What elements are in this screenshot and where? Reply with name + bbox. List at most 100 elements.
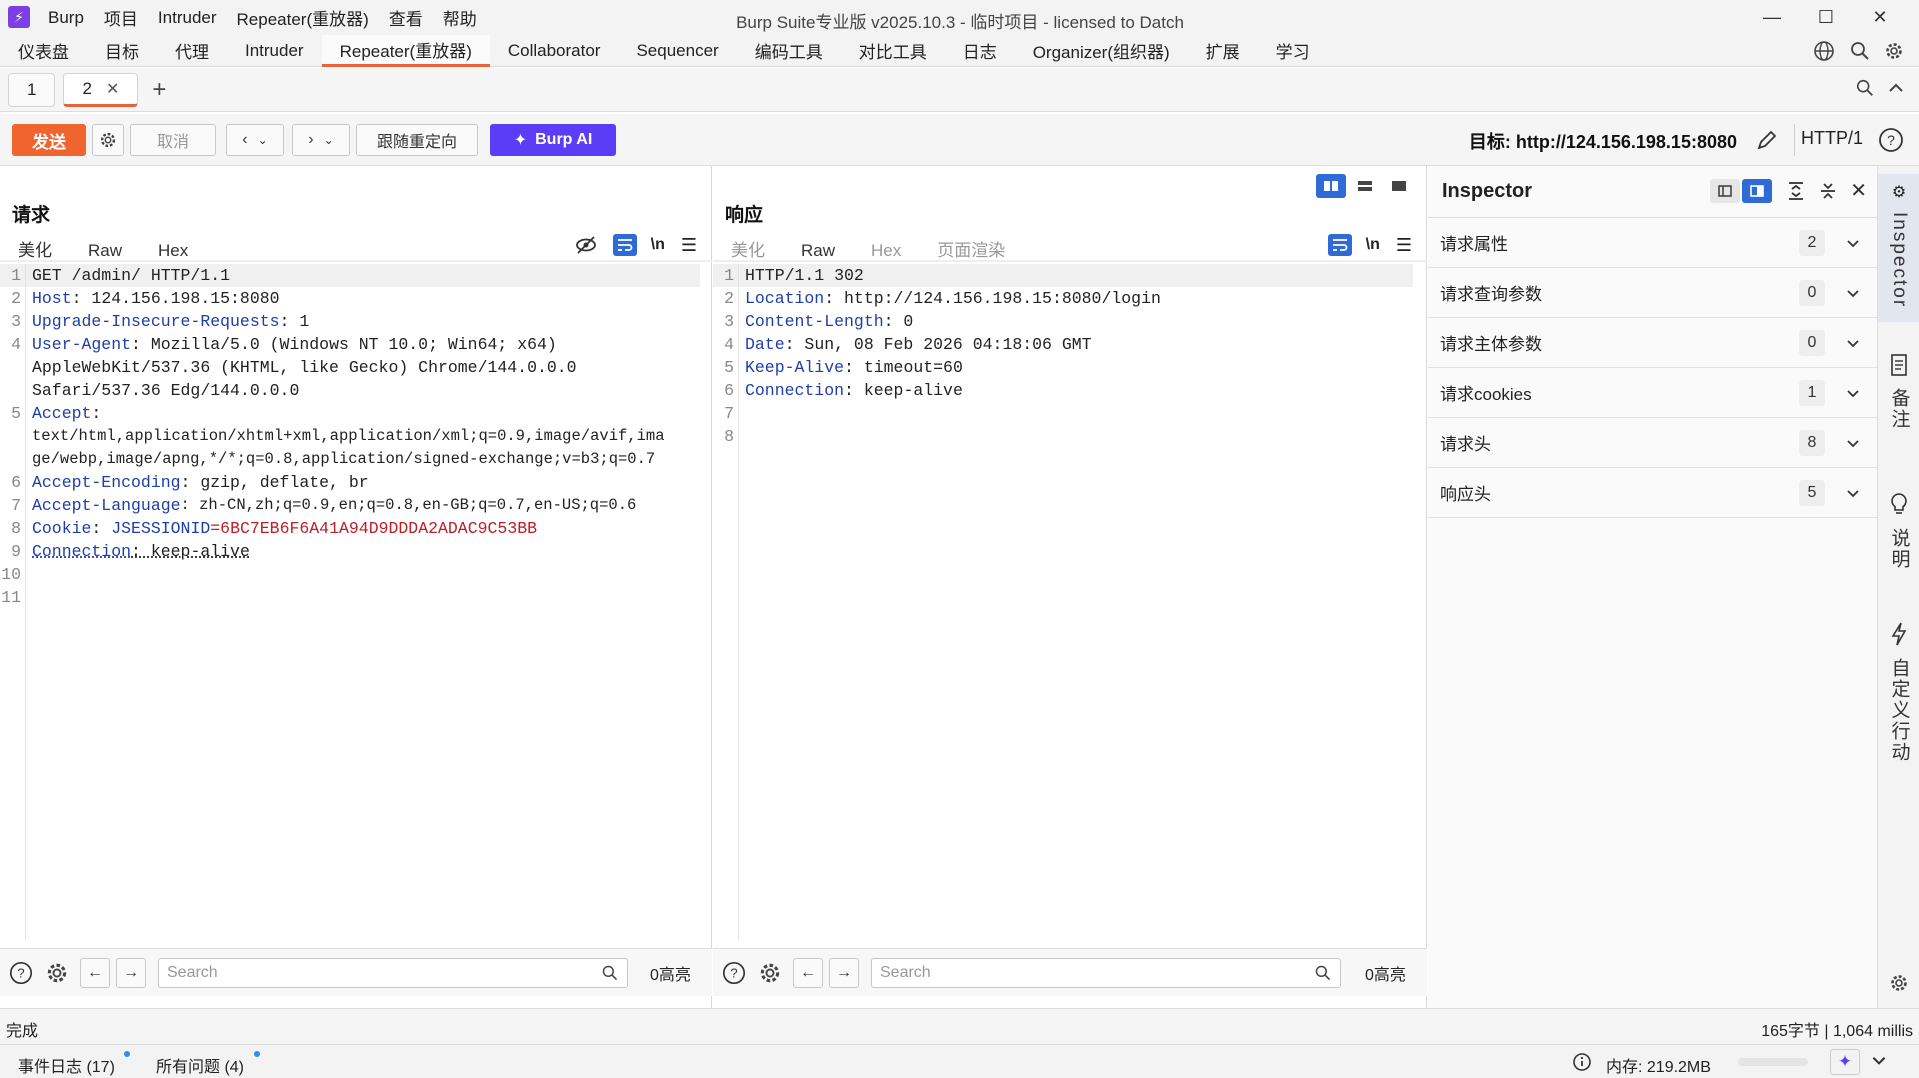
tab-sequencer[interactable]: Sequencer bbox=[618, 35, 736, 67]
close-window-button[interactable]: ✕ bbox=[1853, 0, 1907, 35]
send-button[interactable]: 发送 bbox=[12, 124, 86, 156]
chevron-right-icon[interactable]: › bbox=[308, 131, 313, 149]
repeater-tab-2[interactable]: 2 ✕ bbox=[63, 73, 138, 107]
layout-panel-icon[interactable] bbox=[1742, 179, 1772, 203]
search-next-button[interactable]: → bbox=[116, 958, 146, 988]
menu-intruder[interactable]: Intruder bbox=[158, 8, 217, 28]
minimize-button[interactable]: — bbox=[1745, 0, 1799, 35]
cancel-button[interactable]: 取消 bbox=[130, 124, 216, 156]
search-prev-button[interactable]: ← bbox=[793, 958, 823, 988]
burp-logo-icon: ⚡ bbox=[8, 6, 30, 28]
inspector-row-query-params[interactable]: 请求查询参数 0 bbox=[1428, 268, 1877, 318]
repeater-tab-1[interactable]: 1 bbox=[8, 73, 55, 107]
tab-extensions[interactable]: 扩展 bbox=[1188, 35, 1258, 67]
count-badge: 2 bbox=[1799, 230, 1825, 256]
gear-icon[interactable] bbox=[1888, 972, 1910, 994]
chevron-down-icon[interactable]: ⌄ bbox=[324, 133, 334, 147]
layout-list-icon[interactable] bbox=[1710, 179, 1740, 203]
search-icon[interactable] bbox=[1855, 78, 1875, 98]
inspector-row-request-headers[interactable]: 请求头 8 bbox=[1428, 418, 1877, 468]
close-tab-icon[interactable]: ✕ bbox=[106, 79, 119, 99]
help-icon[interactable]: ? bbox=[8, 960, 34, 986]
tab-logger[interactable]: 日志 bbox=[945, 35, 1015, 67]
send-settings-button[interactable] bbox=[92, 124, 124, 156]
newline-toggle-icon[interactable]: \n bbox=[651, 236, 665, 254]
ai-sparkle-icon[interactable]: ✦ bbox=[1830, 1049, 1860, 1075]
tab-learn[interactable]: 学习 bbox=[1258, 35, 1328, 67]
inspector-row-request-attributes[interactable]: 请求属性 2 bbox=[1428, 218, 1877, 268]
side-tab-label: Inspector bbox=[1888, 212, 1910, 308]
collapse-all-icon[interactable] bbox=[1818, 181, 1838, 201]
layout-split-icon[interactable] bbox=[1316, 174, 1346, 198]
help-icon[interactable]: ? bbox=[1877, 126, 1905, 154]
repeater-tab-label: 2 bbox=[82, 79, 91, 99]
gear-icon[interactable] bbox=[1883, 40, 1905, 62]
tab-target[interactable]: 目标 bbox=[87, 35, 157, 67]
menu-help[interactable]: 帮助 bbox=[443, 5, 477, 30]
tab-proxy[interactable]: 代理 bbox=[157, 35, 227, 67]
tab-comparer[interactable]: 对比工具 bbox=[841, 35, 945, 67]
request-search-input[interactable]: Search bbox=[158, 958, 628, 988]
wrap-lines-icon[interactable] bbox=[1328, 234, 1352, 256]
menu-repeater[interactable]: Repeater(重放器) bbox=[237, 5, 369, 30]
add-tab-icon[interactable]: + bbox=[152, 76, 166, 104]
inspector-row-body-params[interactable]: 请求主体参数 0 bbox=[1428, 318, 1877, 368]
code-line: 3 Content-Length: 0 bbox=[713, 310, 1427, 333]
http-version-toggle[interactable]: HTTP/1 bbox=[1801, 128, 1863, 149]
tab-intruder[interactable]: Intruder bbox=[227, 35, 322, 67]
burp-ai-button[interactable]: ✦ Burp AI bbox=[490, 124, 616, 156]
help-icon[interactable]: ? bbox=[721, 960, 747, 986]
gear-icon[interactable] bbox=[44, 960, 70, 986]
response-search-input[interactable]: Search bbox=[871, 958, 1341, 988]
menu-icon[interactable]: ☰ bbox=[681, 235, 697, 256]
inspector-row-response-headers[interactable]: 响应头 5 bbox=[1428, 468, 1877, 518]
inspector-row-cookies[interactable]: 请求cookies 1 bbox=[1428, 368, 1877, 418]
edit-target-icon[interactable] bbox=[1755, 128, 1779, 152]
menu-view[interactable]: 查看 bbox=[389, 5, 423, 30]
chevron-down-icon[interactable] bbox=[1870, 1051, 1888, 1069]
side-strip: ⚙ Inspector 备注 说明 自定义行动 bbox=[1877, 166, 1919, 1008]
chevron-left-icon[interactable]: ‹ bbox=[242, 131, 247, 149]
event-log-link[interactable]: 事件日志 (17) bbox=[18, 1053, 115, 1077]
side-tab-explanation[interactable]: 说明 bbox=[1878, 492, 1919, 612]
inspector-header: Inspector ✕ bbox=[1428, 166, 1877, 218]
maximize-button[interactable]: ☐ bbox=[1799, 0, 1853, 35]
request-editor[interactable]: 1 GET /admin/ HTTP/1.1 2 Host: 124.156.198… bbox=[0, 264, 712, 940]
menu-icon[interactable]: ☰ bbox=[1396, 235, 1412, 256]
newline-toggle-icon[interactable]: \n bbox=[1366, 236, 1380, 254]
menu-project[interactable]: 项目 bbox=[104, 5, 138, 30]
tab-collaborator[interactable]: Collaborator bbox=[490, 35, 619, 67]
wrap-lines-icon[interactable] bbox=[613, 234, 637, 256]
tab-pretty[interactable]: 美化 bbox=[18, 236, 52, 267]
menu-burp[interactable]: Burp bbox=[48, 8, 84, 28]
code-line: 3 Upgrade-Insecure-Requests: 1 bbox=[0, 310, 712, 333]
search-next-button[interactable]: → bbox=[829, 958, 859, 988]
all-issues-link[interactable]: 所有问题 (4) bbox=[156, 1053, 244, 1077]
search-icon bbox=[601, 964, 619, 982]
layout-stack-icon[interactable] bbox=[1350, 174, 1380, 198]
expand-all-icon[interactable] bbox=[1786, 181, 1806, 201]
tab-decoder[interactable]: 编码工具 bbox=[737, 35, 841, 67]
layout-tabs-icon[interactable] bbox=[1384, 174, 1414, 198]
close-inspector-icon[interactable]: ✕ bbox=[1850, 178, 1867, 203]
code-line: 4 Date: Sun, 08 Feb 2026 04:18:06 GMT bbox=[713, 333, 1427, 356]
side-tab-custom-actions[interactable]: 自定义行动 bbox=[1878, 622, 1919, 802]
response-editor[interactable]: 1 HTTP/1.1 302 2 Location: http://124.156.… bbox=[713, 264, 1427, 940]
gear-icon[interactable] bbox=[757, 960, 783, 986]
hide-eye-icon[interactable] bbox=[575, 235, 597, 255]
tab-dashboard[interactable]: 仪表盘 bbox=[0, 35, 87, 67]
tab-repeater[interactable]: Repeater(重放器) bbox=[322, 35, 490, 67]
code-line: 1 HTTP/1.1 302 bbox=[713, 264, 1413, 287]
info-icon[interactable] bbox=[1572, 1052, 1592, 1072]
globe-icon[interactable] bbox=[1813, 40, 1835, 62]
follow-redirect-button[interactable]: 跟随重定向 bbox=[356, 124, 478, 156]
side-tab-notes[interactable]: 备注 bbox=[1878, 354, 1919, 474]
search-prev-button[interactable]: ← bbox=[80, 958, 110, 988]
chevron-down-icon[interactable]: ⌄ bbox=[258, 133, 268, 147]
chevron-up-icon[interactable] bbox=[1887, 79, 1905, 97]
inspector-row-label: 请求主体参数 bbox=[1440, 330, 1799, 355]
side-tab-inspector[interactable]: ⚙ Inspector bbox=[1878, 174, 1919, 322]
request-editor-tools: \n ☰ bbox=[575, 234, 697, 256]
tab-organizer[interactable]: Organizer(组织器) bbox=[1015, 35, 1188, 67]
search-icon[interactable] bbox=[1849, 40, 1871, 62]
